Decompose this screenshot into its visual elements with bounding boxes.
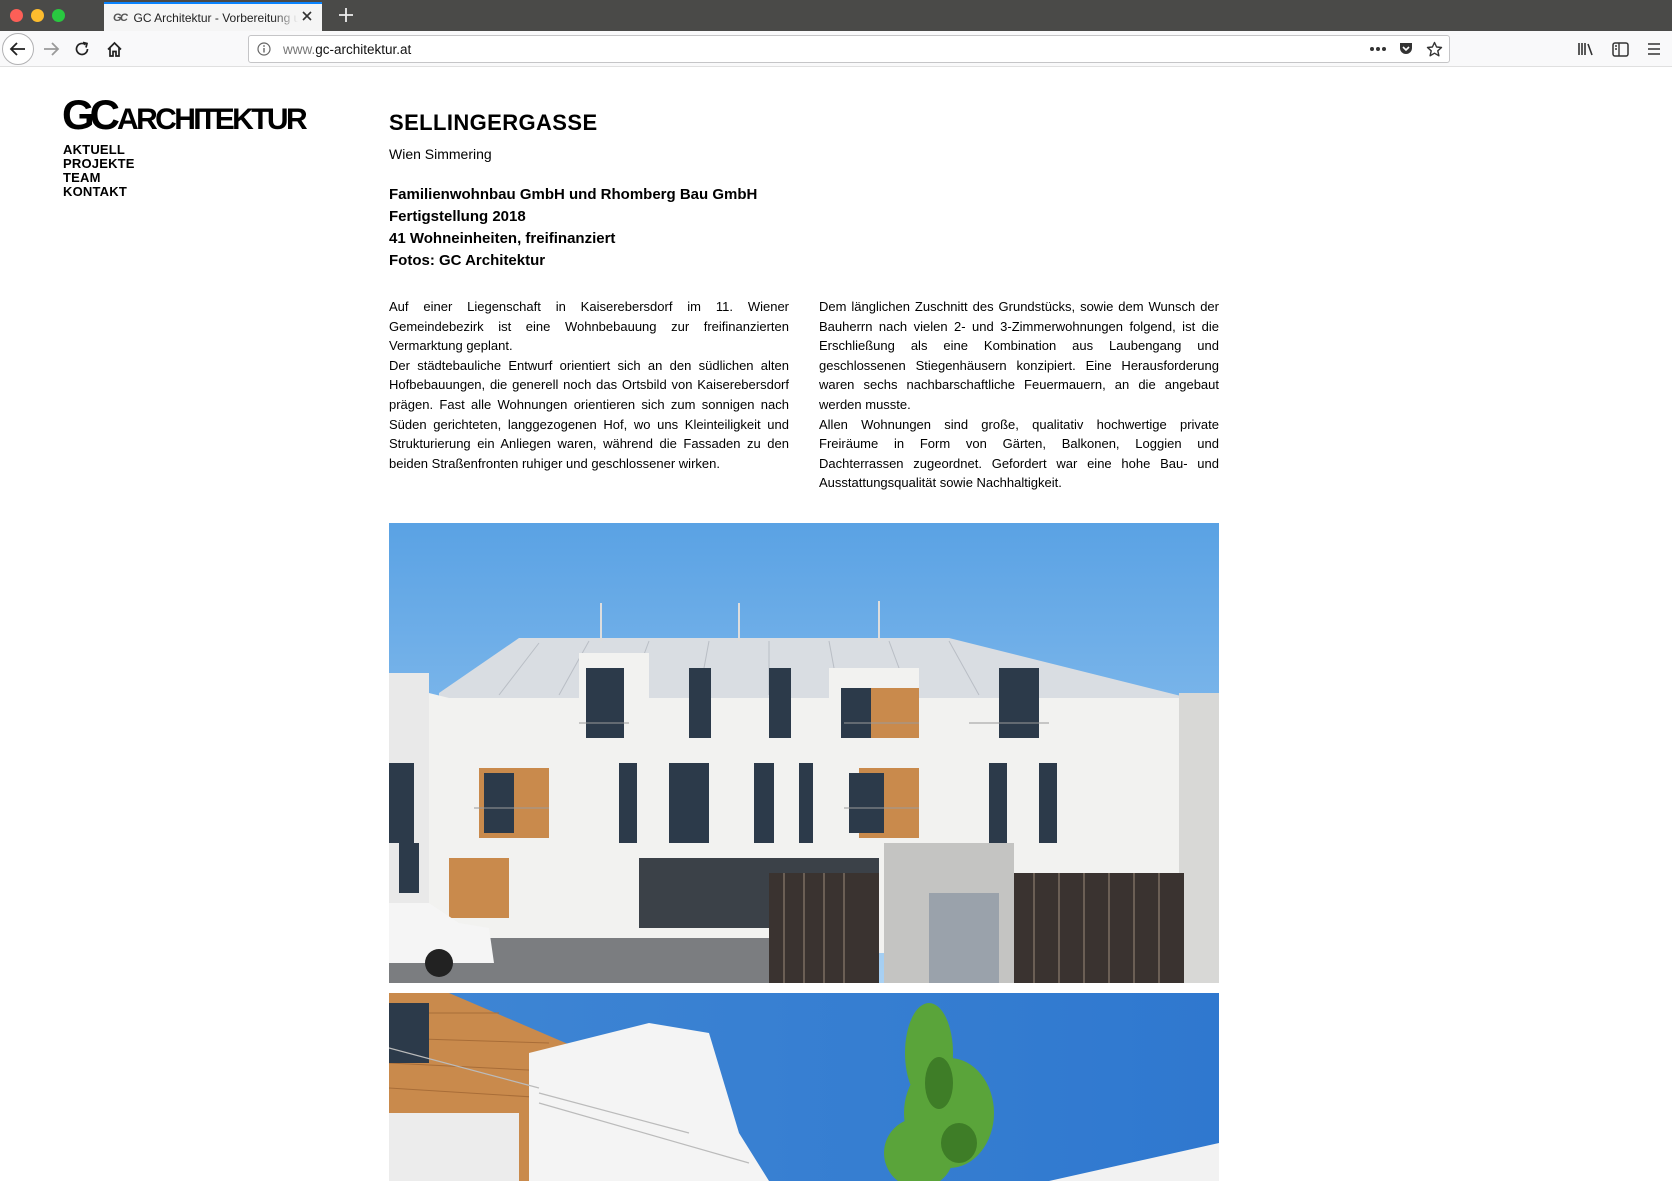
- back-icon[interactable]: [2, 33, 34, 65]
- project-description: Auf einer Liegenschaft in Kaiserebersdor…: [389, 297, 1219, 493]
- description-column-left: Auf einer Liegenschaft in Kaiserebersdor…: [389, 297, 789, 493]
- description-paragraph: Der städtebauliche Entwurf orientiert si…: [389, 357, 789, 471]
- library-icon[interactable]: [1576, 39, 1596, 59]
- site-favicon-icon: GC: [113, 11, 128, 24]
- description-paragraph: Allen Wohnungen sind große, qualitativ h…: [819, 416, 1219, 491]
- nav-item-kontakt[interactable]: KONTAKT: [63, 185, 135, 199]
- tab-title: GC Architektur - Vorbereitung und Planun…: [133, 10, 298, 25]
- bookmark-star-icon[interactable]: [1425, 40, 1443, 58]
- nav-item-aktuell[interactable]: AKTUELL: [63, 143, 135, 157]
- project-content: SELLINGERGASSE Wien Simmering Familienwo…: [389, 110, 1219, 490]
- menu-icon[interactable]: [1644, 39, 1664, 59]
- project-photo-courtyard: [389, 993, 1219, 1181]
- address-bar[interactable]: www.gc-architektur.at: [248, 35, 1450, 63]
- project-location: Wien Simmering: [389, 146, 492, 162]
- browser-tab-bar: GC GC Architektur - Vorbereitung und Pla…: [0, 0, 1672, 31]
- project-photo-facade: [389, 523, 1219, 983]
- url-text[interactable]: www.gc-architektur.at: [283, 42, 411, 57]
- project-facts: Familienwohnbau GmbH und Rhomberg Bau Gm…: [389, 184, 1219, 272]
- project-title: SELLINGERGASSE: [389, 110, 598, 135]
- fact-units: 41 Wohneinheiten, freifinanziert: [389, 230, 616, 247]
- fact-client: Familienwohnbau GmbH und Rhomberg Bau Gm…: [389, 186, 758, 203]
- nav-item-projekte[interactable]: PROJEKTE: [63, 157, 135, 171]
- close-icon[interactable]: [300, 9, 314, 23]
- site-logo[interactable]: GC ARCHITEKTUR: [62, 91, 308, 138]
- window-minimize-button[interactable]: [31, 9, 44, 22]
- logo-architektur: ARCHITEKTUR: [117, 103, 308, 136]
- info-icon[interactable]: [257, 42, 271, 56]
- nav-item-team[interactable]: TEAM: [63, 171, 135, 185]
- description-paragraph: Auf einer Liegenschaft in Kaiserebersdor…: [389, 299, 789, 354]
- description-column-right: Dem länglichen Zuschnitt des Grundstücks…: [819, 297, 1219, 493]
- forward-icon[interactable]: [36, 34, 66, 64]
- more-icon[interactable]: [1369, 40, 1387, 58]
- fact-completion: Fertigstellung 2018: [389, 208, 526, 225]
- sidebar-icon[interactable]: [1610, 39, 1630, 59]
- logo-gc: GC: [62, 91, 120, 138]
- browser-nav-bar: www.gc-architektur.at: [0, 31, 1672, 67]
- window-zoom-button[interactable]: [52, 9, 65, 22]
- fact-photos: Fotos: GC Architektur: [389, 252, 546, 269]
- home-icon[interactable]: [99, 34, 129, 64]
- description-paragraph: Dem länglichen Zuschnitt des Grundstücks…: [819, 299, 1219, 412]
- window-close-button[interactable]: [10, 9, 23, 22]
- new-tab-icon[interactable]: [336, 4, 356, 26]
- site-navigation: AKTUELL PROJEKTE TEAM KONTAKT: [63, 143, 135, 199]
- reload-icon[interactable]: [67, 34, 97, 64]
- browser-tab-active[interactable]: GC GC Architektur - Vorbereitung und Pla…: [104, 2, 322, 31]
- pocket-icon[interactable]: [1397, 40, 1415, 58]
